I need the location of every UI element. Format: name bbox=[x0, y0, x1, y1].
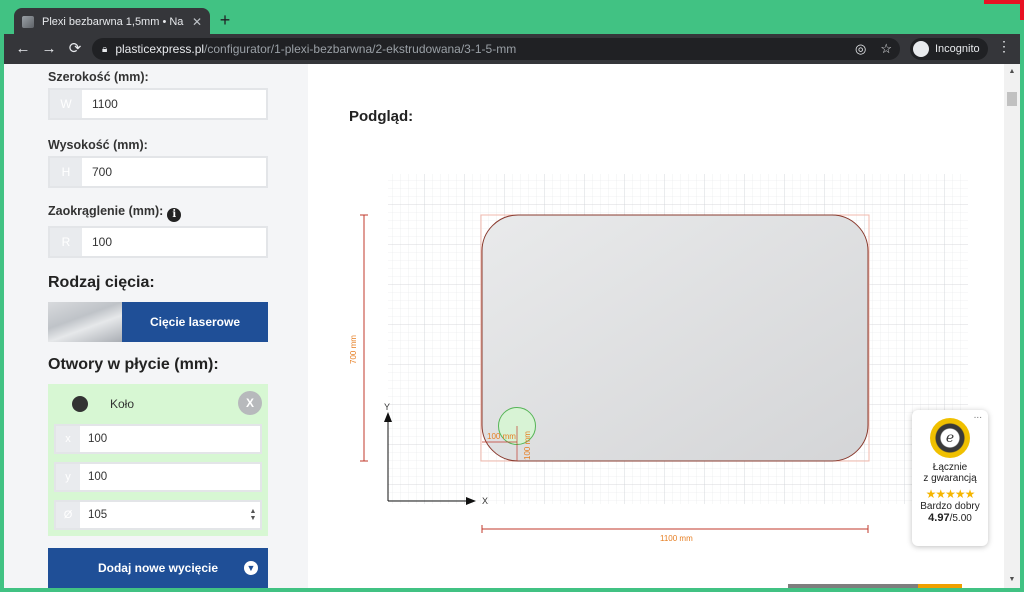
cut-option-laser[interactable]: Cięcie laserowe bbox=[48, 302, 268, 342]
circle-shape-icon bbox=[72, 396, 88, 412]
url-path: /configurator/1-plexi-bezbarwna/2-ekstru… bbox=[204, 42, 517, 56]
width-input[interactable]: W 1100 bbox=[48, 88, 268, 120]
remove-hole-button[interactable]: X bbox=[238, 391, 262, 415]
address-bar[interactable]: 🔒︎ plasticexpress.pl/configurator/1-plex… bbox=[92, 38, 900, 60]
incognito-icon bbox=[913, 41, 929, 57]
hole-x-value: 100 bbox=[88, 433, 108, 445]
add-cut-label: Dodaj nowe wycięcie bbox=[97, 561, 219, 575]
chevron-down-icon: ▼ bbox=[244, 561, 258, 575]
rating-stars: ★★★★★ bbox=[925, 487, 976, 501]
hole-config: Koło X x 100 y 100 Ø 105 ▲ ▼ bbox=[48, 384, 268, 536]
eye-slash-icon[interactable]: ◎ bbox=[855, 41, 866, 57]
footer-strip-accent bbox=[918, 584, 962, 588]
browser-tab[interactable]: Plexi bezbarwna 1,5mm • Na wym ✕ bbox=[14, 8, 210, 36]
badge-menu-icon[interactable]: ... bbox=[974, 410, 982, 421]
new-tab-button[interactable]: + bbox=[214, 10, 236, 32]
y-axis-label: Y bbox=[384, 402, 390, 412]
stepper-icon[interactable]: ▲ ▼ bbox=[246, 502, 260, 528]
config-panel: Szerokość (mm): W 1100 Wysokość (mm): H … bbox=[4, 64, 308, 588]
radius-input[interactable]: R 100 bbox=[48, 226, 268, 258]
rating-text: Bardzo dobry bbox=[920, 501, 980, 512]
hole-dim-y-label: 100 mm bbox=[523, 431, 532, 460]
laser-cut-thumbnail bbox=[48, 302, 122, 342]
hole-diameter-input[interactable]: Ø 105 ▲ ▼ bbox=[54, 500, 262, 530]
score-value: 4.97 bbox=[928, 512, 950, 524]
hole-diameter-value: 105 bbox=[88, 509, 108, 521]
height-input[interactable]: H 700 bbox=[48, 156, 268, 188]
hole-y-input[interactable]: y 100 bbox=[54, 462, 262, 492]
radius-label: Zaokrąglenie (mm): bbox=[48, 204, 164, 218]
menu-kebab-icon[interactable]: ⋮ bbox=[996, 38, 1012, 55]
hole-y-prefix: y bbox=[56, 464, 80, 490]
add-cut-button[interactable]: Dodaj nowe wycięcie ▼ bbox=[48, 548, 268, 588]
back-icon[interactable]: ← bbox=[10, 36, 36, 62]
holes-heading: Otwory w płycie (mm): bbox=[48, 356, 219, 373]
incognito-badge[interactable]: Incognito bbox=[910, 38, 988, 60]
cut-heading: Rodzaj cięcia: bbox=[48, 274, 155, 291]
forward-icon[interactable]: → bbox=[36, 36, 62, 62]
scroll-down-icon[interactable]: ▼ bbox=[1004, 572, 1020, 588]
plate-shape bbox=[481, 214, 869, 462]
hole-x-input[interactable]: x 100 bbox=[54, 424, 262, 454]
hole-diameter-prefix: Ø bbox=[56, 502, 80, 528]
window-frame: — ☐ ✕ Plexi bezbarwna 1,5mm • Na wym ✕ +… bbox=[0, 0, 1024, 592]
tab-close-icon[interactable]: ✕ bbox=[192, 15, 202, 29]
height-value: 700 bbox=[92, 165, 113, 179]
score-max: /5.00 bbox=[949, 513, 972, 524]
rating-score: 4.97/5.00 bbox=[912, 512, 988, 524]
browser-toolbar: ← → ⟳ 🔒︎ plasticexpress.pl/configurator/… bbox=[4, 34, 1020, 64]
hole-dim-x-label: 100 mm bbox=[487, 432, 516, 441]
width-value: 1100 bbox=[92, 97, 118, 111]
browser-window: Plexi bezbarwna 1,5mm • Na wym ✕ + ← → ⟳… bbox=[4, 4, 1020, 588]
favicon-icon bbox=[22, 16, 34, 28]
page-viewport: Szerokość (mm): W 1100 Wysokość (mm): H … bbox=[4, 64, 1020, 588]
radius-label-row: Zaokrąglenie (mm): i bbox=[48, 204, 182, 222]
trust-line2: z gwarancją bbox=[923, 473, 977, 484]
trusted-shops-badge[interactable]: ... e Łącznie z gwarancją ★★★★★ Bardzo d… bbox=[912, 410, 988, 546]
reload-icon[interactable]: ⟳ bbox=[62, 36, 88, 62]
scroll-thumb[interactable] bbox=[1007, 92, 1017, 106]
radius-prefix: R bbox=[50, 228, 82, 256]
trust-line1: Łącznie bbox=[932, 462, 968, 473]
lock-icon: 🔒︎ bbox=[102, 43, 108, 55]
preview-title: Podgląd: bbox=[349, 108, 414, 125]
height-prefix: H bbox=[50, 158, 82, 186]
preview-canvas: 100 mm 100 mm Y X 700 mm 1100 mm bbox=[349, 174, 968, 543]
hole-x-prefix: x bbox=[56, 426, 80, 452]
width-prefix: W bbox=[50, 90, 82, 118]
x-axis-label: X bbox=[482, 496, 488, 506]
hole-type: Koło bbox=[110, 397, 135, 411]
scrollbar[interactable]: ▲ ▼ bbox=[1004, 64, 1020, 588]
star-icon[interactable]: ☆ bbox=[880, 41, 892, 57]
url-host: plasticexpress.pl bbox=[115, 42, 205, 56]
height-label: Wysokość (mm): bbox=[48, 138, 148, 152]
radius-value: 100 bbox=[92, 235, 113, 249]
footer-strip bbox=[788, 584, 918, 588]
width-label: Szerokość (mm): bbox=[48, 70, 149, 84]
height-dim-label: 700 mm bbox=[349, 335, 358, 364]
hole-y-value: 100 bbox=[88, 471, 108, 483]
cut-option-label: Cięcie laserowe bbox=[122, 302, 268, 342]
trusted-shops-seal-icon: e bbox=[930, 418, 970, 458]
width-dim-label: 1100 mm bbox=[660, 534, 693, 543]
tab-strip: Plexi bezbarwna 1,5mm • Na wym ✕ + bbox=[4, 4, 1020, 36]
incognito-label: Incognito bbox=[935, 43, 980, 55]
info-icon[interactable]: i bbox=[167, 208, 182, 222]
tab-title: Plexi bezbarwna 1,5mm • Na wym bbox=[42, 16, 186, 28]
scroll-up-icon[interactable]: ▲ bbox=[1004, 64, 1020, 80]
